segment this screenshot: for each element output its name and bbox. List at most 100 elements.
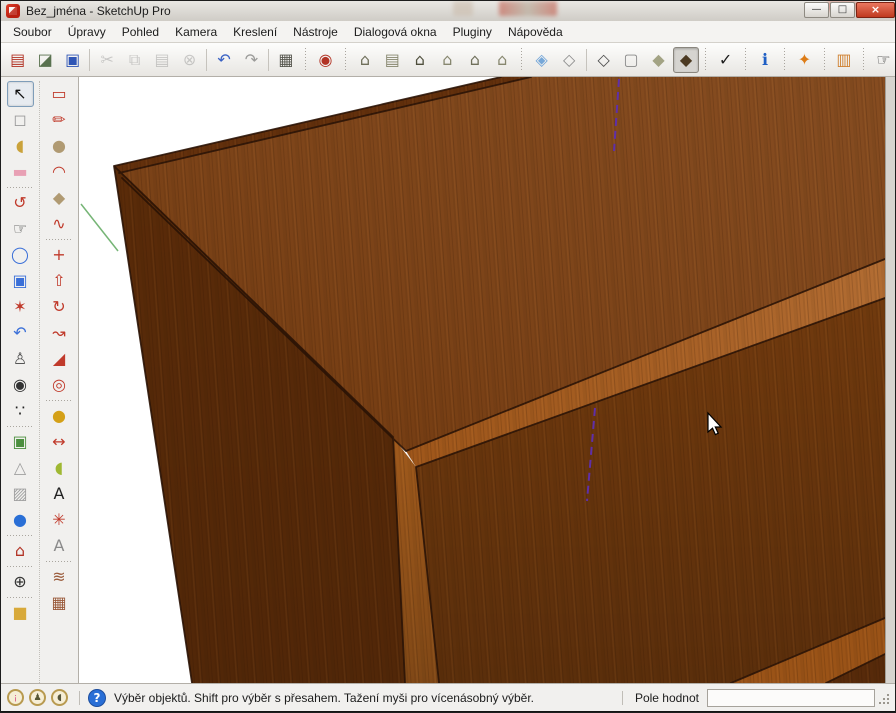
menu-pluginy[interactable]: Pluginy (445, 22, 500, 42)
new-button[interactable]: ▤ (5, 47, 30, 73)
status-separator (79, 691, 80, 705)
get-current-view-button[interactable]: ■ (7, 600, 34, 626)
measurements-separator (622, 691, 623, 705)
zoom-button[interactable]: ◯ (7, 242, 34, 268)
position-camera-button[interactable]: ♙ (7, 346, 34, 372)
left-tool-palette: ↖◻◖▬↺☞◯▣✶↶♙◉∵▣△▨●⌂⊕■ ▭✏●◠◆∿+⇧↻↝◢◎●↔◖A✳A≋… (1, 77, 79, 683)
rotate-button[interactable]: ↻ (46, 294, 73, 320)
model-info-button[interactable]: ◉ (313, 47, 338, 73)
axes-button[interactable]: ✳ (46, 507, 73, 533)
solar-north-button[interactable]: ⊕ (7, 569, 34, 595)
dimension-button[interactable]: ↔ (46, 429, 73, 455)
menu-soubor[interactable]: Soubor (5, 22, 60, 42)
status-hint-text: Výběr objektů. Shift pro výběr s přesahe… (114, 691, 616, 705)
menu-n-stroje[interactable]: Nástroje (285, 22, 346, 42)
plugin-tool-button[interactable]: ✦ (792, 47, 817, 73)
select-button[interactable]: ↖ (7, 81, 34, 107)
previous-view-button[interactable]: ↶ (7, 320, 34, 346)
shaded-with-textures-button[interactable]: ◆ (673, 47, 698, 73)
eraser-button[interactable]: ▬ (7, 159, 34, 185)
menu-kreslen-[interactable]: Kreslení (225, 22, 285, 42)
look-around-button[interactable]: ◉ (7, 372, 34, 398)
back-edges-button[interactable]: ◇ (556, 47, 581, 73)
paint-bucket-button[interactable]: ◖ (7, 133, 34, 159)
background-window-artifact (499, 1, 557, 16)
sandbox-from-contours-button[interactable]: ≋ (46, 564, 73, 590)
toolbar-sep (206, 49, 207, 71)
pan-button[interactable]: ☞ (7, 216, 34, 242)
tape-measure-button[interactable]: ● (46, 403, 73, 429)
menu-dialogov-okna[interactable]: Dialogová okna (346, 22, 445, 42)
text-button[interactable]: A (46, 481, 73, 507)
add-location-button[interactable]: ▣ (7, 429, 34, 455)
shaded-button[interactable]: ◆ (646, 47, 671, 73)
zoom-window-button[interactable]: ▣ (7, 268, 34, 294)
view-front-button[interactable]: ⌂ (407, 47, 432, 73)
push-pull-button[interactable]: ⇧ (46, 268, 73, 294)
menu-pohled[interactable]: Pohled (114, 22, 167, 42)
close-button[interactable]: × (856, 2, 895, 18)
scale-button[interactable]: ◢ (46, 346, 73, 372)
print-button[interactable]: ▦ (273, 47, 298, 73)
google-earth-button[interactable]: ● (7, 507, 34, 533)
undo-button[interactable]: ↶ (211, 47, 236, 73)
hidden-line-button[interactable]: ▢ (618, 47, 643, 73)
entity-info-button[interactable]: ℹ (752, 47, 777, 73)
freehand-button[interactable]: ∿ (46, 211, 73, 237)
make-component-button[interactable]: ◻ (7, 107, 34, 133)
help-icon[interactable]: ? (88, 689, 106, 707)
view-left-button[interactable]: ⌂ (462, 47, 487, 73)
zoom-extents-button[interactable]: ✶ (7, 294, 34, 320)
position-camera-icon: ♙ (13, 351, 27, 367)
view-back-button[interactable]: ⌂ (490, 47, 515, 73)
offset-icon: ◎ (52, 377, 66, 393)
resize-grip[interactable] (879, 692, 891, 704)
measurements-input[interactable] (707, 689, 875, 707)
view-top-button[interactable]: ▤ (380, 47, 405, 73)
menu-n-pov-da[interactable]: Nápověda (500, 22, 571, 42)
xray-button[interactable]: ◈ (529, 47, 554, 73)
hand-tool-button[interactable]: ☞ (871, 47, 896, 73)
menu-kamera[interactable]: Kamera (167, 22, 225, 42)
cut-icon: ✂ (100, 52, 113, 68)
viewport-canvas[interactable] (79, 77, 885, 683)
rectangle-button[interactable]: ▭ (46, 81, 73, 107)
sign-in-status-icon[interactable]: ◖ (51, 689, 68, 706)
view-right-button[interactable]: ⌂ (435, 47, 460, 73)
checkmark-button[interactable]: ✓ (713, 47, 738, 73)
minimize-button[interactable]: — (804, 2, 829, 18)
walk-button[interactable]: ∵ (7, 398, 34, 424)
toggle-terrain-button[interactable]: △ (7, 455, 34, 481)
photo-textures-button[interactable]: ▨ (7, 481, 34, 507)
redo-button[interactable]: ↷ (239, 47, 264, 73)
title-bar[interactable]: Bez_jména - SketchUp Pro — □ × (1, 1, 896, 22)
save-button[interactable]: ▣ (60, 47, 85, 73)
view-iso-icon: ⌂ (360, 52, 370, 68)
wireframe-button[interactable]: ◇ (591, 47, 616, 73)
sandbox-from-scratch-button[interactable]: ▦ (46, 590, 73, 616)
get-models-button[interactable]: ⌂ (7, 538, 34, 564)
menu--pravy[interactable]: Úpravy (60, 22, 114, 42)
circle-button[interactable]: ● (46, 133, 73, 159)
model-viewport[interactable] (79, 77, 885, 683)
polygon-button[interactable]: ◆ (46, 185, 73, 211)
maximize-button[interactable]: □ (830, 2, 855, 18)
scale-icon: ◢ (53, 351, 65, 367)
3d-text-icon: A (54, 538, 65, 554)
credit-status-icon[interactable]: ♟ (29, 689, 46, 706)
protractor-button[interactable]: ◖ (46, 455, 73, 481)
arc-button[interactable]: ◠ (46, 159, 73, 185)
orbit-icon: ↺ (13, 195, 26, 211)
print-icon: ▦ (278, 52, 293, 68)
model-info-icon: ◉ (318, 52, 332, 68)
geolocation-status-icon[interactable]: ¡ (7, 689, 24, 706)
follow-me-button[interactable]: ↝ (46, 320, 73, 346)
line-button[interactable]: ✏ (46, 107, 73, 133)
orbit-button[interactable]: ↺ (7, 190, 34, 216)
move-button[interactable]: + (46, 242, 73, 268)
3d-text-button[interactable]: A (46, 533, 73, 559)
open-button[interactable]: ◪ (32, 47, 57, 73)
offset-button[interactable]: ◎ (46, 372, 73, 398)
plugin-door-button[interactable]: ▥ (831, 47, 856, 73)
view-iso-button[interactable]: ⌂ (352, 47, 377, 73)
